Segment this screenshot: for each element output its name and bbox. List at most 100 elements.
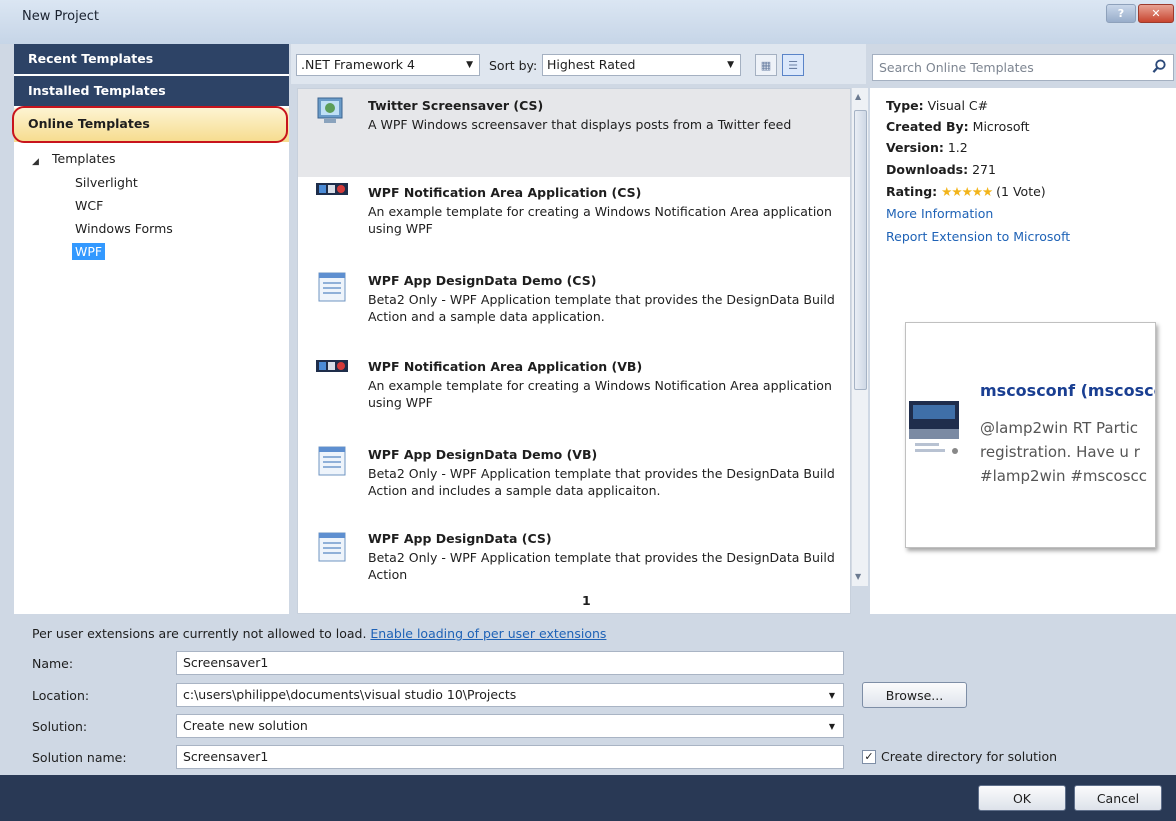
list-view-icon[interactable]: ☰: [782, 54, 804, 76]
name-label: Name:: [32, 656, 74, 671]
create-directory-label[interactable]: Create directory for solution: [881, 749, 1057, 764]
create-directory-checkbox[interactable]: ✓: [862, 750, 876, 764]
tree-item-wpf[interactable]: WPF: [72, 243, 106, 260]
small-icons-view-icon[interactable]: ▦: [755, 54, 777, 76]
scroll-down-icon[interactable]: ▼: [855, 572, 861, 581]
sort-dropdown[interactable]: Highest Rated ▼: [542, 54, 741, 76]
list-item[interactable]: WPF App DesignData Demo (VB) Beta2 Only …: [298, 435, 850, 521]
template-description: A WPF Windows screensaver that displays …: [368, 117, 792, 132]
nav-recent-templates[interactable]: Recent Templates: [14, 44, 289, 74]
nav-online-templates[interactable]: Online Templates: [14, 108, 289, 142]
location-label: Location:: [32, 688, 90, 703]
template-list-scrollbar[interactable]: ▲ ▼: [851, 88, 868, 586]
scroll-up-icon[interactable]: ▲: [855, 92, 861, 101]
tree-templates-root[interactable]: Templates: [52, 151, 116, 166]
detail-label: Rating:: [886, 184, 938, 199]
template-toolbar: .NET Framework 4 ▼ Sort by: Highest Rate…: [291, 44, 866, 84]
detail-value: Microsoft: [972, 119, 1030, 134]
solution-name-value: Screensaver1: [183, 749, 269, 764]
tree-item-silverlight[interactable]: Silverlight: [75, 175, 138, 190]
title-bar: New Project ? ✕: [0, 0, 1176, 44]
detail-version: Version: 1.2: [886, 140, 968, 155]
document-template-icon: [318, 532, 346, 562]
template-description: Beta2 Only - WPF Application template th…: [368, 466, 835, 498]
solution-value: Create new solution: [183, 718, 308, 733]
detail-label: Created By:: [886, 119, 969, 134]
document-template-icon: [318, 272, 346, 302]
solution-label: Solution:: [32, 719, 88, 734]
framework-value: .NET Framework 4: [301, 57, 415, 72]
twitter-screensaver-icon: [317, 97, 343, 123]
template-title: WPF App DesignData (CS): [368, 531, 552, 546]
preview-tweet-line: @lamp2win RT Partic: [980, 419, 1139, 437]
extensions-notice: Per user extensions are currently not al…: [32, 626, 606, 641]
more-information-link[interactable]: More Information: [886, 206, 993, 221]
template-title: Twitter Screensaver (CS): [368, 98, 544, 113]
list-item[interactable]: WPF Notification Area Application (VB) A…: [298, 349, 850, 435]
tree-item-wcf[interactable]: WCF: [75, 198, 103, 213]
help-button[interactable]: ?: [1106, 4, 1136, 23]
list-item[interactable]: WPF App DesignData Demo (CS) Beta2 Only …: [298, 263, 850, 349]
list-item[interactable]: WPF App DesignData (CS) Beta2 Only - WPF…: [298, 521, 850, 593]
chevron-down-icon: ▼: [727, 60, 734, 70]
cancel-button[interactable]: Cancel: [1074, 785, 1162, 811]
template-title: WPF App DesignData Demo (CS): [368, 273, 597, 288]
chevron-down-icon[interactable]: ▼: [829, 691, 835, 700]
scroll-thumb[interactable]: [854, 110, 867, 390]
search-placeholder: Search Online Templates: [879, 60, 1034, 75]
template-description: An example template for creating a Windo…: [368, 204, 832, 236]
detail-label: Downloads:: [886, 162, 969, 177]
detail-value: 271: [972, 162, 996, 177]
preview-tweet-line: registration. Have u r: [980, 443, 1140, 461]
preview-tweet-author: mscosconf (mscoscc: [980, 381, 1156, 400]
solution-name-label: Solution name:: [32, 750, 127, 765]
report-extension-link[interactable]: Report Extension to Microsoft: [886, 229, 1070, 244]
tree-expand-icon[interactable]: ◢: [32, 157, 39, 167]
search-icon[interactable]: [1152, 59, 1167, 74]
solution-name-field[interactable]: Screensaver1: [176, 745, 844, 769]
page-number[interactable]: 1: [582, 593, 591, 608]
template-title: WPF Notification Area Application (VB): [368, 359, 643, 374]
notice-text: Per user extensions are currently not al…: [32, 626, 367, 641]
solution-dropdown[interactable]: Create new solution ▼: [176, 714, 844, 738]
chevron-down-icon: ▼: [466, 60, 473, 70]
detail-value: Visual C#: [927, 98, 989, 113]
rating-votes: (1 Vote): [996, 184, 1046, 199]
detail-type: Type: Visual C#: [886, 98, 988, 113]
rating-stars-icon: ★★★★★: [941, 184, 993, 199]
template-description: Beta2 Only - WPF Application template th…: [368, 550, 835, 582]
preview-tweet-line: #lamp2win #mscoscc: [980, 467, 1148, 485]
nav-installed-templates[interactable]: Installed Templates: [14, 76, 289, 106]
location-combobox[interactable]: c:\users\philippe\documents\visual studi…: [176, 683, 844, 707]
sort-label: Sort by:: [489, 58, 538, 73]
template-title: WPF App DesignData Demo (VB): [368, 447, 598, 462]
template-title: WPF Notification Area Application (CS): [368, 185, 642, 200]
name-field[interactable]: Screensaver1: [176, 651, 844, 675]
template-preview-image: mscosconf (mscoscc @lamp2win RT Partic r…: [905, 322, 1156, 548]
name-value: Screensaver1: [183, 655, 269, 670]
preview-thumbnail-icon: [909, 401, 959, 454]
template-list: Twitter Screensaver (CS) A WPF Windows s…: [297, 88, 851, 614]
close-button[interactable]: ✕: [1138, 4, 1174, 23]
framework-dropdown[interactable]: .NET Framework 4 ▼: [296, 54, 480, 76]
detail-created-by: Created By: Microsoft: [886, 119, 1030, 134]
detail-rating: Rating: ★★★★★ (1 Vote): [886, 184, 1046, 199]
new-project-dialog: New Project ? ✕ Recent Templates Install…: [0, 0, 1176, 821]
sort-value: Highest Rated: [547, 57, 636, 72]
chevron-down-icon[interactable]: ▼: [829, 722, 835, 731]
notification-area-icon: [316, 183, 348, 195]
list-item[interactable]: Twitter Screensaver (CS) A WPF Windows s…: [298, 89, 850, 177]
ok-button[interactable]: OK: [978, 785, 1066, 811]
template-description: An example template for creating a Windo…: [368, 378, 832, 410]
search-input[interactable]: Search Online Templates: [872, 54, 1174, 81]
detail-label: Type:: [886, 98, 924, 113]
tree-item-windows-forms[interactable]: Windows Forms: [75, 221, 173, 236]
detail-label: Version:: [886, 140, 944, 155]
browse-button[interactable]: Browse...: [862, 682, 967, 708]
location-value: c:\users\philippe\documents\visual studi…: [183, 687, 517, 702]
detail-value: 1.2: [947, 140, 968, 155]
list-item[interactable]: WPF Notification Area Application (CS) A…: [298, 177, 850, 263]
enable-extensions-link[interactable]: Enable loading of per user extensions: [370, 626, 606, 641]
notification-area-icon: [316, 360, 348, 372]
template-description: Beta2 Only - WPF Application template th…: [368, 292, 835, 324]
